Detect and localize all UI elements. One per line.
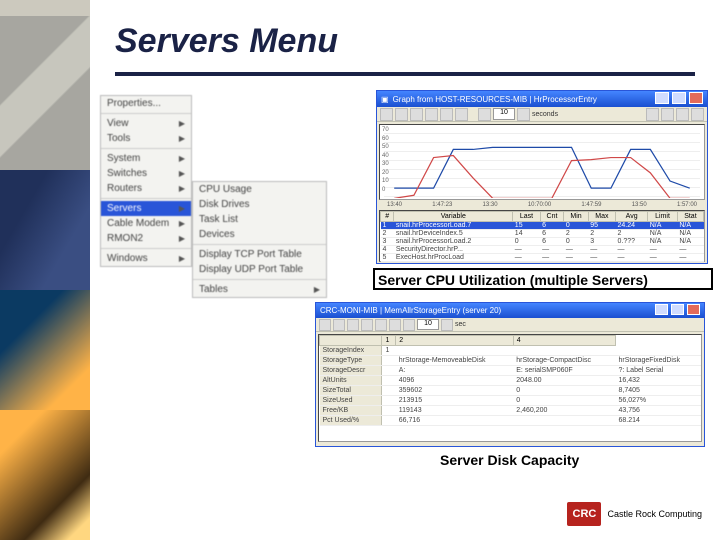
title-underline: [115, 72, 695, 76]
toolbar[interactable]: 10 sec: [316, 318, 704, 332]
close-button[interactable]: [689, 92, 703, 104]
window-title: CRC-MONI-MIB | MemAllrStorageEntry (serv…: [320, 306, 501, 315]
tool-icon: [517, 108, 530, 121]
chart-caption: Server CPU Utilization (multiple Servers…: [378, 272, 648, 288]
close-button[interactable]: [687, 304, 700, 315]
x-axis-labels: 13:401:47:2313:3010:70:001:47:5913:501:5…: [377, 202, 707, 208]
toolbar[interactable]: 10 seconds: [377, 107, 707, 122]
data-grid[interactable]: #VariableLastCntMinMaxAvgLimitStat1snail…: [379, 210, 705, 262]
context-menu: Properties... View▶Tools▶ System▶Switches▶…: [100, 95, 192, 267]
storage-grid[interactable]: 124StorageIndex1StorageTypehrStorage-Mem…: [318, 334, 702, 442]
minimize-button[interactable]: [655, 92, 669, 104]
menu-item[interactable]: Tools▶: [101, 131, 191, 146]
submenu-item[interactable]: Display TCP Port Table: [193, 247, 326, 262]
tool-icon: [676, 108, 689, 121]
storage-caption: Server Disk Capacity: [440, 452, 579, 468]
brand-text: Castle Rock Computing: [607, 509, 702, 519]
tool-icon: [478, 108, 491, 121]
tool-icon: [646, 108, 659, 121]
menu-item[interactable]: Servers▶: [101, 201, 191, 216]
menu-item[interactable]: RMON2▶: [101, 231, 191, 246]
tool-icon: [440, 108, 453, 121]
storage-window: CRC-MONI-MIB | MemAllrStorageEntry (serv…: [315, 302, 705, 447]
menu-item[interactable]: System▶: [101, 151, 191, 166]
menu-item[interactable]: Switches▶: [101, 166, 191, 181]
tool-icon: [425, 108, 438, 121]
submenu-item[interactable]: Tables▶: [193, 282, 326, 297]
interval-unit: seconds: [532, 111, 558, 118]
submenu-item[interactable]: CPU Usage: [193, 182, 326, 197]
cpu-graph-window: ▣ Graph from HOST-RESOURCES-MIB | HrProc…: [376, 90, 708, 264]
maximize-button[interactable]: [671, 304, 684, 315]
interval-field[interactable]: 10: [493, 108, 515, 120]
minimize-button[interactable]: [655, 304, 668, 315]
tool-icon: [691, 108, 704, 121]
menu-item[interactable]: Windows▶: [101, 251, 191, 266]
footer-brand: CRC Castle Rock Computing: [567, 502, 702, 526]
titlebar[interactable]: CRC-MONI-MIB | MemAllrStorageEntry (serv…: [316, 303, 704, 318]
chart-icon: ▣: [381, 95, 389, 104]
tool-icon: [661, 108, 674, 121]
menu-item[interactable]: Properties...: [101, 96, 191, 111]
submenu-item[interactable]: Task List: [193, 212, 326, 227]
tool-icon: [380, 108, 393, 121]
decorative-sidebar: [0, 0, 90, 540]
menu-item[interactable]: View▶: [101, 116, 191, 131]
submenu-item[interactable]: Devices: [193, 227, 326, 242]
submenu-item[interactable]: Disk Drives: [193, 197, 326, 212]
window-buttons: [654, 92, 703, 106]
page-title: Servers Menu: [115, 22, 338, 61]
submenu-item[interactable]: Display UDP Port Table: [193, 262, 326, 277]
tool-icon: [410, 108, 423, 121]
crc-logo: CRC: [567, 502, 601, 526]
tool-icon: [395, 108, 408, 121]
window-title: Graph from HOST-RESOURCES-MIB | HrProces…: [393, 95, 597, 104]
titlebar[interactable]: ▣ Graph from HOST-RESOURCES-MIB | HrProc…: [377, 91, 707, 107]
menu-col-2: CPU UsageDisk DrivesTask ListDevices Disp…: [192, 181, 327, 298]
interval-field[interactable]: 10: [417, 319, 439, 330]
menu-item[interactable]: Cable Modem▶: [101, 216, 191, 231]
maximize-button[interactable]: [672, 92, 686, 104]
menu-col-1: Properties... View▶Tools▶ System▶Switches▶…: [100, 95, 192, 267]
tool-icon: [455, 108, 468, 121]
chart-area: 706050403020100: [379, 124, 705, 200]
menu-item[interactable]: Routers▶: [101, 181, 191, 196]
